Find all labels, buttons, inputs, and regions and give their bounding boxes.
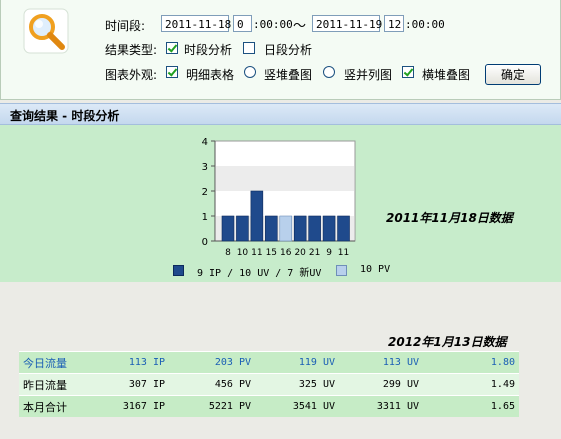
- x-tick-label: 20: [294, 248, 306, 258]
- bar-uv: [236, 215, 249, 242]
- y-tick-label: 3: [202, 162, 208, 173]
- x-tick-label: 8: [225, 248, 231, 258]
- vertical-grouped-label: 竖并列图: [344, 68, 393, 82]
- bar-uv: [221, 215, 235, 242]
- row-label: 昨日流量: [19, 373, 101, 396]
- bar-uv: [293, 215, 307, 242]
- result-header: 查询结果 - 时段分析: [0, 103, 561, 125]
- table-row-today: 今日流量 113 IP 203 PV 119 UV 113 UV 1.80: [19, 351, 519, 374]
- vertical-stacked-label: 竖堆叠图: [264, 68, 313, 82]
- uv2-value: 299 UV: [339, 373, 423, 396]
- y-tick-label: 2: [202, 187, 208, 198]
- x-tick-label: 11: [251, 248, 262, 258]
- appearance-label: 图表外观:: [105, 68, 158, 82]
- ratio-value: 1.65: [423, 395, 519, 417]
- x-tick-label: 9: [326, 248, 332, 258]
- horizontal-stacked-checkbox[interactable]: [402, 66, 414, 78]
- ratio-value: 1.80: [423, 351, 519, 374]
- x-tick-label: 11: [338, 248, 349, 258]
- bar-chart: 012348 10 11 15 16 20 21 9 11: [202, 137, 356, 258]
- chart-section: 0 1 2 3 4 8 10 11 15 16 20 21 9 11 2011年11月18日数据 9 IP…: [0, 125, 561, 282]
- result-title: 查询结果 - 时段分析: [10, 109, 120, 123]
- x-tick-label: 15: [266, 248, 277, 258]
- ip-value: 3167 IP: [101, 395, 169, 417]
- legend-label-pv: 10 PV: [360, 264, 391, 275]
- period-analysis-checkbox[interactable]: [166, 42, 178, 54]
- bar-uv: [250, 190, 264, 242]
- bar-uv: [265, 215, 278, 242]
- legend-label-uv: 9 IP / 10 UV / 7 新UV: [197, 268, 322, 279]
- uv2-value: 3311 UV: [339, 395, 423, 417]
- range-separator: ～: [293, 19, 307, 34]
- end-time-suffix: :00:00: [405, 18, 445, 31]
- day-analysis-checkbox[interactable]: [243, 42, 255, 54]
- row-label: 本月合计: [19, 395, 101, 417]
- uv-value: 119 UV: [255, 351, 339, 374]
- x-tick-label: 16: [280, 248, 292, 258]
- end-hour-input[interactable]: 12: [384, 15, 404, 32]
- query-panel: 时间段: 2011-11-18 0 :00:00 ～ 2011-11-19 12…: [0, 0, 561, 100]
- x-tick-label: 21: [309, 248, 320, 258]
- bar-uv: [322, 215, 336, 242]
- vertical-grouped-radio[interactable]: [323, 66, 335, 78]
- result-type-label: 结果类型:: [105, 43, 158, 57]
- pv-value: 5221 PV: [169, 395, 255, 417]
- uv-value: 3541 UV: [255, 395, 339, 417]
- period-analysis-label: 时段分析: [184, 43, 233, 57]
- bar-uv: [337, 215, 350, 242]
- vertical-stacked-radio[interactable]: [244, 66, 256, 78]
- end-date-input[interactable]: 2011-11-19: [312, 15, 382, 32]
- x-tick-label: 10: [237, 248, 249, 258]
- start-date-input[interactable]: 2011-11-18: [161, 15, 231, 32]
- pv-value: 203 PV: [169, 351, 255, 374]
- detail-table-label: 明细表格: [186, 68, 235, 82]
- row-label: 今日流量: [19, 351, 101, 374]
- confirm-button[interactable]: 确定: [485, 64, 541, 85]
- table-row-month-total: 本月合计 3167 IP 5221 PV 3541 UV 3311 UV 1.6…: [19, 395, 519, 417]
- magnifier-icon: [23, 8, 69, 54]
- detail-table-checkbox[interactable]: [166, 66, 178, 78]
- y-tick-label: 1: [202, 212, 208, 223]
- traffic-stats-table: 今日流量 113 IP 203 PV 119 UV 113 UV 1.80 昨日…: [19, 351, 519, 417]
- y-tick-label: 0: [202, 237, 208, 248]
- chart-title: 2011年11月18日数据: [386, 211, 513, 225]
- day-analysis-label: 日段分析: [264, 43, 313, 57]
- table-row-yesterday: 昨日流量 307 IP 456 PV 325 UV 299 UV 1.49: [19, 373, 519, 396]
- time-range-label: 时间段:: [105, 19, 146, 33]
- legend-swatch-uv: [173, 265, 184, 276]
- bar-uv: [308, 215, 321, 242]
- ip-value: 307 IP: [101, 373, 169, 396]
- ip-value: 113 IP: [101, 351, 169, 374]
- grid-band: [216, 166, 354, 191]
- uv2-value: 113 UV: [339, 351, 423, 374]
- horizontal-stacked-label: 横堆叠图: [422, 68, 471, 82]
- legend-swatch-pv: [336, 265, 347, 276]
- start-hour-input[interactable]: 0: [233, 15, 252, 32]
- pv-value: 456 PV: [169, 373, 255, 396]
- ratio-value: 1.49: [423, 373, 519, 396]
- uv-value: 325 UV: [255, 373, 339, 396]
- start-time-suffix: :00:00: [253, 18, 293, 31]
- bar-pv: [279, 215, 293, 242]
- y-tick-label: 4: [202, 137, 208, 148]
- stats-title: 2012年1月13日数据: [388, 335, 507, 349]
